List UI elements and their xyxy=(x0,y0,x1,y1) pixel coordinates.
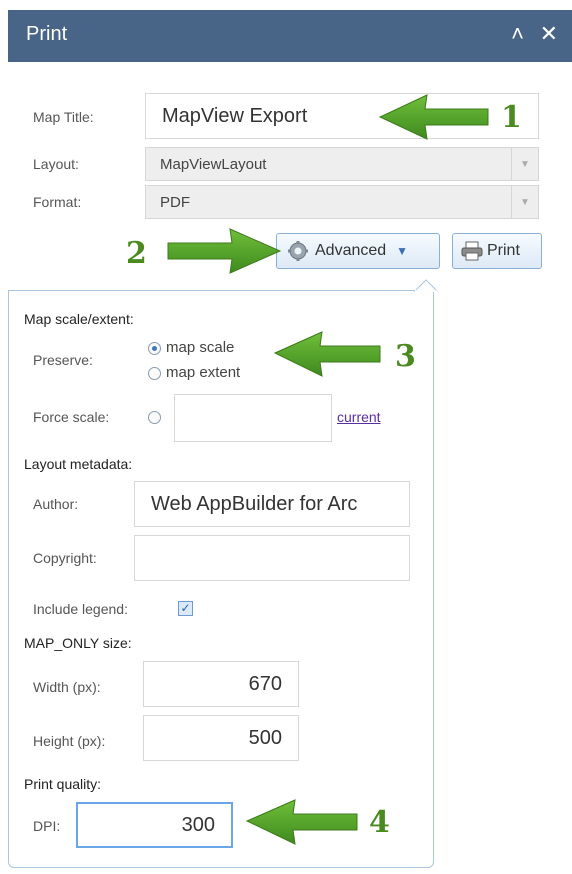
arrow-4-icon xyxy=(245,799,358,845)
annotation-number-2: 2 xyxy=(126,236,147,271)
annotation-overlay xyxy=(167,94,489,845)
annotation-number-4: 4 xyxy=(369,805,390,840)
arrow-1-icon xyxy=(378,94,489,140)
annotation-number-1: 1 xyxy=(501,100,522,135)
arrow-2-icon xyxy=(167,228,282,274)
annotation-number-3: 3 xyxy=(395,339,416,374)
arrow-3-icon xyxy=(273,331,381,377)
